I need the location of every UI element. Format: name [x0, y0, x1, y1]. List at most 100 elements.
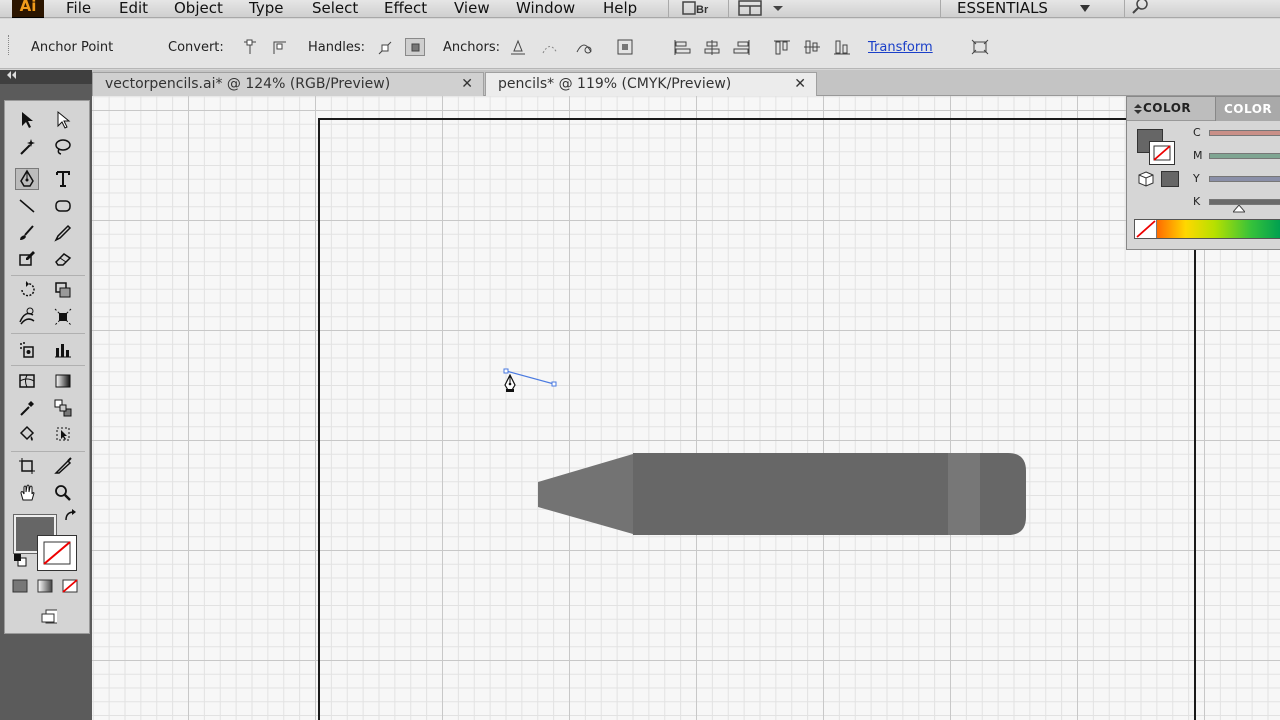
workspace-switcher[interactable]: ESSENTIALS — [940, 0, 1120, 18]
free-transform-tool[interactable] — [51, 306, 75, 328]
isolate-button[interactable] — [616, 38, 650, 56]
swap-arrows-icon — [65, 509, 76, 521]
stroke-swatch[interactable] — [37, 535, 77, 571]
blend-tool[interactable] — [51, 397, 75, 419]
line-segment-tool[interactable] — [15, 195, 39, 217]
pencil-tool[interactable] — [51, 222, 75, 244]
swap-fill-stroke-button[interactable] — [63, 509, 79, 527]
menu-help[interactable]: Help — [603, 0, 637, 18]
magenta-label: M — [1193, 149, 1203, 162]
direct-selection-arrow-icon — [57, 110, 71, 129]
pencil-shape[interactable] — [538, 453, 1026, 535]
no-stroke-icon — [43, 541, 71, 565]
tools-divider — [11, 333, 85, 334]
paintbrush-tool[interactable] — [15, 222, 39, 244]
tools-panel — [4, 100, 90, 634]
color-mode-button[interactable] — [11, 579, 33, 599]
convert-to-smooth-button[interactable] — [270, 38, 290, 56]
tab-vectorpencils[interactable]: vectorpencils.ai* @ 124% (RGB/Preview) ✕ — [92, 72, 484, 96]
none-mode-button[interactable] — [61, 579, 83, 599]
out-of-gamut-cube-icon[interactable] — [1137, 170, 1155, 188]
panel-options-button[interactable] — [970, 38, 990, 56]
bridge-button[interactable]: Br — [668, 0, 728, 17]
web-safe-swatch[interactable] — [1161, 171, 1179, 187]
tools-divider — [11, 365, 85, 366]
anchor-point[interactable] — [551, 381, 557, 387]
color-mode-icon — [12, 579, 28, 593]
close-icon[interactable]: ✕ — [461, 73, 473, 95]
search-field[interactable] — [1124, 0, 1280, 18]
live-paint-bucket-tool[interactable] — [15, 423, 39, 445]
align-top-button[interactable] — [772, 38, 792, 56]
eraser-tool[interactable] — [51, 248, 75, 270]
tab-label: pencils* @ 119% (CMYK/Preview) — [498, 76, 732, 92]
slice-tool[interactable] — [51, 455, 75, 477]
artboard-tool[interactable] — [15, 455, 39, 477]
zoom-tool[interactable] — [51, 482, 75, 504]
document-canvas[interactable] — [92, 96, 1280, 720]
default-fill-stroke-button[interactable] — [13, 554, 29, 571]
panel-options-icon — [971, 39, 989, 55]
align-bottom-button[interactable] — [832, 38, 852, 56]
control-bar-grip[interactable] — [8, 35, 12, 55]
panel-stroke-swatch[interactable] — [1149, 141, 1175, 165]
anchor-point[interactable] — [503, 368, 509, 374]
yellow-slider[interactable] — [1209, 176, 1280, 182]
hide-handles-button[interactable] — [405, 38, 425, 56]
align-right-button[interactable] — [732, 38, 752, 56]
close-icon[interactable]: ✕ — [794, 73, 806, 95]
eyedropper-tool[interactable] — [15, 397, 39, 419]
menu-view[interactable]: View — [454, 0, 490, 18]
cut-path-button[interactable] — [574, 38, 594, 56]
magic-wand-tool[interactable] — [15, 136, 39, 158]
transform-link[interactable]: Transform — [868, 40, 933, 55]
cyan-slider[interactable] — [1209, 130, 1280, 136]
slider-thumb-icon[interactable] — [1233, 205, 1245, 213]
type-tool[interactable] — [51, 168, 75, 190]
pen-tool[interactable] — [15, 168, 39, 190]
remove-anchor-icon — [511, 39, 525, 55]
menu-window[interactable]: Window — [516, 0, 575, 18]
rounded-rectangle-tool[interactable] — [51, 195, 75, 217]
color-spectrum[interactable] — [1134, 219, 1280, 239]
connect-anchors-button[interactable] — [540, 38, 560, 56]
direct-selection-tool[interactable] — [51, 109, 75, 131]
align-left-button[interactable] — [672, 38, 692, 56]
menu-file[interactable]: File — [66, 0, 91, 18]
align-middle-button[interactable] — [802, 38, 822, 56]
menu-select[interactable]: Select — [312, 0, 358, 18]
gradient-mode-button[interactable] — [36, 579, 58, 599]
align-center-button[interactable] — [702, 38, 722, 56]
gradient-tool[interactable] — [51, 370, 75, 392]
rotate-tool[interactable] — [15, 279, 39, 301]
none-swatch[interactable] — [1135, 220, 1157, 238]
eyedropper-icon — [20, 401, 34, 416]
default-colors-icon — [14, 554, 27, 567]
blob-brush-tool[interactable] — [15, 248, 39, 270]
scale-tool[interactable] — [51, 279, 75, 301]
menu-type[interactable]: Type — [249, 0, 283, 18]
arrange-documents-button[interactable] — [728, 0, 796, 17]
column-graph-tool[interactable] — [51, 339, 75, 361]
lasso-tool[interactable] — [51, 136, 75, 158]
symbol-sprayer-tool[interactable] — [15, 339, 39, 361]
screen-mode-icon — [41, 609, 57, 624]
tab-pencils[interactable]: pencils* @ 119% (CMYK/Preview) ✕ — [485, 72, 817, 96]
remove-anchor-button[interactable] — [508, 38, 528, 56]
warp-tool[interactable] — [15, 306, 39, 328]
magenta-slider[interactable] — [1209, 153, 1280, 159]
selection-tool[interactable] — [15, 109, 39, 131]
arrange-documents-icon — [738, 0, 783, 16]
screen-mode-button[interactable] — [29, 605, 65, 627]
convert-to-corner-button[interactable] — [240, 38, 260, 56]
menu-edit[interactable]: Edit — [119, 0, 148, 18]
tab-color[interactable]: COLOR — [1143, 101, 1191, 115]
menu-object[interactable]: Object — [174, 0, 223, 18]
live-paint-selection-tool[interactable] — [51, 423, 75, 445]
hand-tool[interactable] — [15, 482, 39, 504]
tab-color-guide[interactable]: COLOR — [1215, 97, 1280, 121]
menu-effect[interactable]: Effect — [384, 0, 427, 18]
tools-panel-header[interactable] — [0, 70, 92, 84]
show-handles-button[interactable] — [375, 38, 395, 56]
mesh-tool[interactable] — [15, 370, 39, 392]
